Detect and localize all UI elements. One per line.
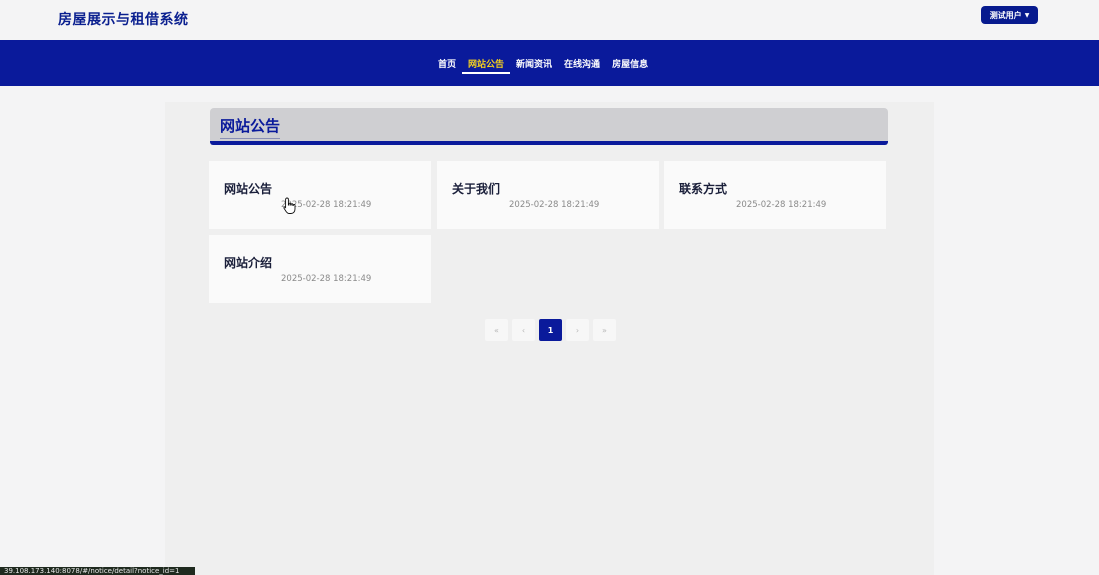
user-menu-button[interactable]: 测试用户 ▼ [981, 6, 1038, 24]
nav-item-house-info[interactable]: 房屋信息 [606, 40, 654, 86]
section-title: 网站公告 [220, 115, 281, 139]
next-page-button[interactable]: › [566, 319, 589, 341]
first-page-button[interactable]: « [485, 319, 508, 341]
pagination: « ‹ 1 › » [485, 319, 616, 341]
main-nav: 首页 网站公告 新闻资讯 在线沟通 房屋信息 [0, 40, 1099, 86]
top-bar: 房屋展示与租借系统 测试用户 ▼ [0, 0, 1099, 40]
nav-item-chat[interactable]: 在线沟通 [558, 40, 606, 86]
user-menu-label: 测试用户 [989, 10, 1022, 20]
status-bar-url: 39.108.173.140:8078/#/notice/detail?noti… [0, 567, 195, 575]
page-1-button[interactable]: 1 [539, 319, 562, 341]
card-date: 2025-02-28 18:21:49 [736, 200, 827, 210]
notice-card[interactable]: 网站介绍 2025-02-28 18:21:49 [209, 235, 431, 303]
prev-page-button[interactable]: ‹ [512, 319, 535, 341]
card-title: 联系方式 [679, 182, 728, 196]
caret-down-icon: ▼ [1024, 11, 1030, 19]
nav-item-news[interactable]: 新闻资讯 [510, 40, 558, 86]
card-date: 2025-02-28 18:21:49 [281, 200, 372, 210]
card-title: 网站介绍 [224, 256, 273, 270]
last-page-button[interactable]: » [593, 319, 616, 341]
notice-card[interactable]: 关于我们 2025-02-28 18:21:49 [437, 161, 659, 229]
notice-card[interactable]: 网站公告 2025-02-28 18:21:49 [209, 161, 431, 229]
nav-item-home[interactable]: 首页 [432, 40, 462, 86]
card-title: 关于我们 [452, 182, 501, 196]
card-date: 2025-02-28 18:21:49 [281, 274, 372, 284]
card-date: 2025-02-28 18:21:49 [509, 200, 600, 210]
section-header-underline [210, 141, 888, 145]
notice-card[interactable]: 联系方式 2025-02-28 18:21:49 [664, 161, 886, 229]
card-title: 网站公告 [224, 182, 273, 196]
site-title[interactable]: 房屋展示与租借系统 [58, 9, 189, 29]
hand-cursor-icon [283, 197, 296, 214]
section-header [210, 108, 888, 141]
nav-item-notice[interactable]: 网站公告 [462, 40, 511, 86]
